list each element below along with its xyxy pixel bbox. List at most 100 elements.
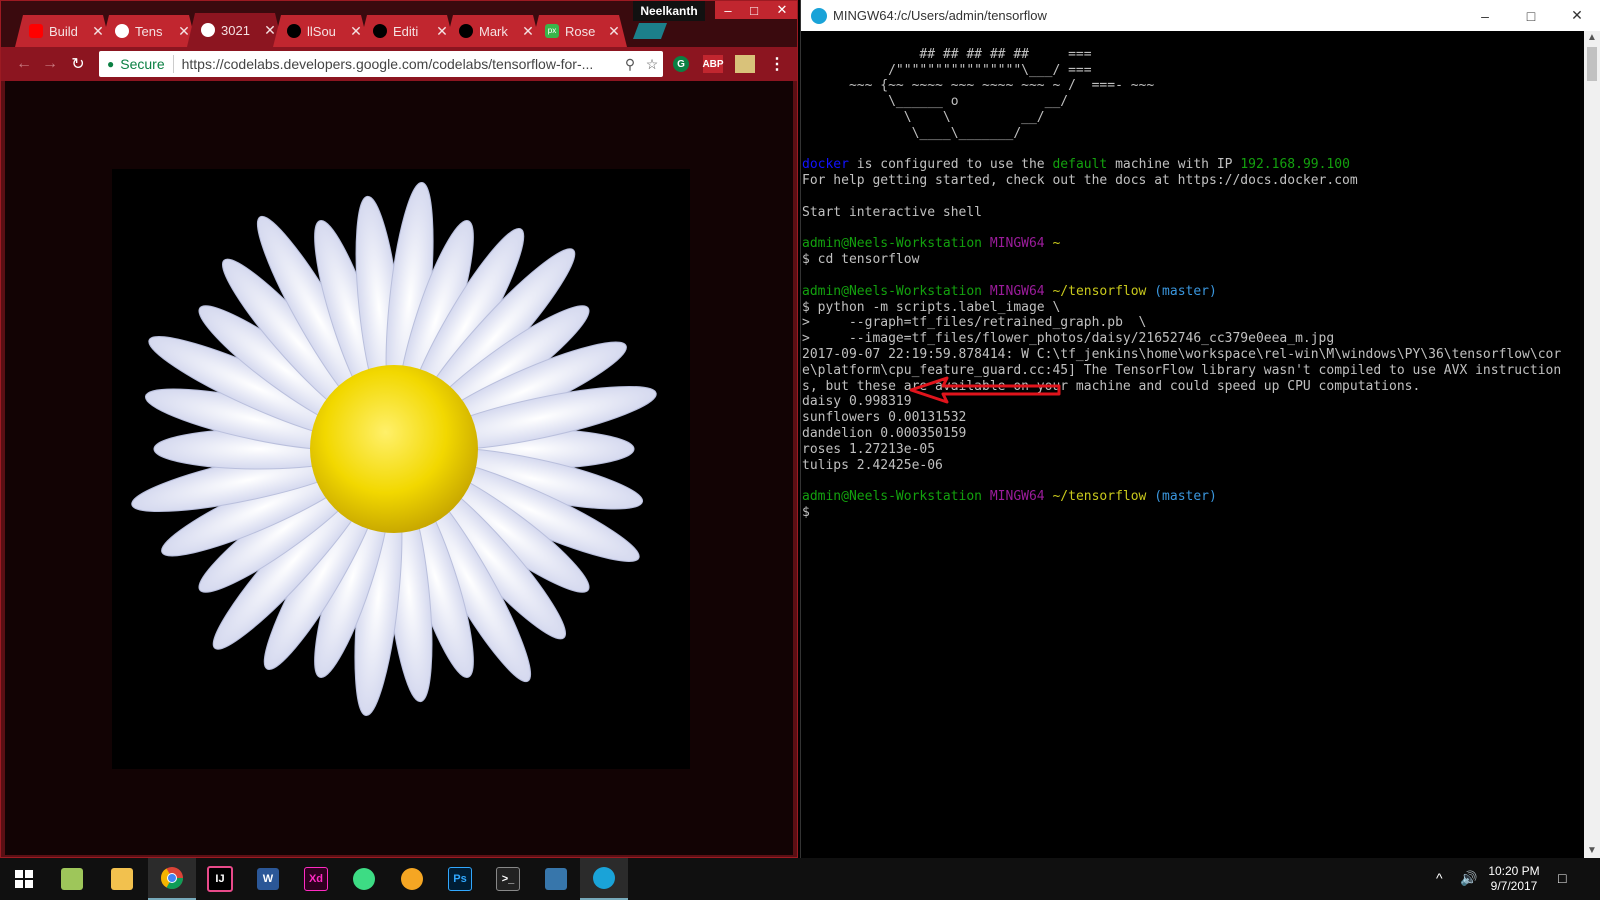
minimize-button[interactable]: – — [715, 1, 741, 19]
red-arrow-annotation — [909, 376, 1061, 404]
command-line: > --graph=tf_files/retrained_graph.pb \ — [802, 315, 1147, 331]
scroll-thumb[interactable] — [1587, 47, 1597, 81]
prompt-env: MINGW64 — [989, 283, 1045, 299]
tab-mark[interactable]: Mark ✕ — [445, 15, 541, 47]
github-icon — [373, 24, 387, 38]
tab-label: Mark — [479, 23, 508, 39]
browser-toolbar: ← → ↻ ● Secure https://codelabs.develope… — [1, 47, 797, 81]
adobe-xd-icon[interactable]: Xd — [292, 858, 340, 900]
terminal-icon[interactable]: >_ — [484, 858, 532, 900]
scroll-down-icon[interactable]: ▼ — [1584, 844, 1600, 858]
tab-close-icon[interactable]: ✕ — [521, 23, 535, 40]
daisy-image — [112, 169, 690, 769]
bookmark-star-icon[interactable]: ☆ — [641, 56, 663, 73]
back-icon[interactable]: ← — [13, 53, 35, 75]
maximize-button[interactable]: □ — [741, 1, 767, 19]
secure-label: Secure — [120, 56, 165, 72]
tab-close-icon[interactable]: ✕ — [177, 23, 191, 40]
intellij-icon[interactable]: IJ — [196, 858, 244, 900]
reload-icon[interactable]: ↻ — [67, 53, 89, 75]
start-line: Start interactive shell — [802, 204, 983, 220]
github-icon — [459, 24, 473, 38]
tab-close-icon[interactable]: ✕ — [263, 22, 277, 39]
file-explorer-icon[interactable] — [98, 858, 146, 900]
terminal-title: MINGW64:/c/Users/admin/tensorflow — [833, 8, 1047, 23]
prompt-user: admin@Neels-Workstation — [802, 489, 983, 505]
result-roses: roses 1.27213e-05 — [802, 441, 936, 457]
codelabs-icon — [115, 24, 129, 38]
tab-label: Build — [49, 23, 78, 39]
tab-build[interactable]: Build ✕ — [15, 15, 111, 47]
speaker-icon[interactable]: 🔊 — [1460, 870, 1477, 887]
terminal-window: MINGW64:/c/Users/admin/tensorflow – □ ✕ … — [800, 0, 1600, 858]
docker-icon — [811, 7, 827, 24]
tab-close-icon[interactable]: ✕ — [349, 23, 363, 40]
tutanota-icon[interactable] — [388, 858, 436, 900]
windows-start-icon[interactable] — [0, 858, 48, 900]
forward-icon[interactable]: → — [39, 53, 61, 75]
tab-close-icon[interactable]: ✕ — [435, 23, 449, 40]
minimize-button[interactable]: – — [1462, 8, 1508, 24]
codelabs-icon — [201, 23, 215, 37]
chevron-up-icon[interactable]: ^ — [1436, 870, 1443, 886]
default-word: default — [1052, 157, 1108, 173]
adblock-icon[interactable]: ABP — [702, 55, 724, 73]
clock-date: 9/7/2017 — [1490, 879, 1538, 893]
close-button[interactable]: ✕ — [767, 1, 797, 19]
ip-address: 192.168.99.100 — [1240, 157, 1350, 173]
android-studio-icon[interactable] — [340, 858, 388, 900]
notification-icon[interactable]: □ — [1558, 870, 1566, 886]
divider — [172, 55, 174, 73]
tab-label: Tens — [135, 23, 163, 39]
lock-icon: ● — [107, 57, 115, 71]
tab-tens[interactable]: Tens ✕ — [101, 15, 197, 47]
python-icon[interactable] — [532, 858, 580, 900]
new-tab-button[interactable] — [633, 23, 667, 39]
terminal-output[interactable]: ## ## ## ## ## === /""""""""""""""""\___… — [801, 31, 1586, 858]
prompt-user: admin@Neels-Workstation — [802, 236, 983, 252]
tab-close-icon[interactable]: ✕ — [91, 23, 105, 40]
image-extension-icon[interactable] — [735, 55, 755, 73]
prompt-user: admin@Neels-Workstation — [802, 283, 983, 299]
word-icon[interactable]: W — [244, 858, 292, 900]
pixabay-icon: px — [545, 24, 559, 38]
address-bar[interactable]: ● Secure https://codelabs.developers.goo… — [99, 51, 663, 77]
tab-3021[interactable]: 3021 ✕ — [187, 13, 283, 47]
scroll-up-icon[interactable]: ▲ — [1584, 31, 1600, 45]
chrome-icon[interactable] — [148, 858, 196, 900]
tab-rose[interactable]: px Rose ✕ — [531, 15, 627, 47]
result-sunflowers: sunflowers 0.00131532 — [802, 410, 967, 426]
tab-llsou[interactable]: llSou ✕ — [273, 15, 369, 47]
tab-close-icon[interactable]: ✕ — [607, 23, 621, 40]
notepad-icon[interactable] — [48, 858, 96, 900]
docker-word: docker — [802, 157, 849, 173]
prompt-branch: (master) — [1154, 489, 1217, 505]
ascii-line: \______ o __/ — [802, 94, 1069, 110]
photoshop-icon[interactable]: Ps — [436, 858, 484, 900]
tab-editi[interactable]: Editi ✕ — [359, 15, 455, 47]
system-clock[interactable]: 10:20 PM 9/7/2017 — [1484, 864, 1544, 894]
docker-quickstart-icon[interactable] — [580, 858, 628, 900]
terminal-scrollbar[interactable]: ▲ ▼ — [1584, 31, 1600, 858]
tab-label: Editi — [393, 23, 419, 39]
ascii-line: \____\_______/ — [802, 125, 1022, 141]
ascii-line: ## ## ## ## ## === — [802, 46, 1092, 62]
profile-button[interactable]: Neelkanth — [633, 1, 705, 21]
command-line: > --image=tf_files/flower_photos/daisy/2… — [802, 331, 1335, 347]
grammarly-icon[interactable]: G — [673, 56, 689, 72]
page-viewport — [5, 81, 793, 855]
maximize-button[interactable]: □ — [1508, 8, 1554, 24]
prompt-dir: ~/tensorflow — [1052, 489, 1147, 505]
url-text: https://codelabs.developers.google.com/c… — [181, 56, 594, 72]
menu-icon[interactable]: ⋮ — [767, 55, 787, 73]
tab-strip: Neelkanth – □ ✕ Build ✕ Tens ✕ 3021 ✕ ll… — [1, 1, 797, 47]
zoom-icon[interactable]: ⚲ — [619, 56, 641, 73]
command-line: $ python -m scripts.label_image \ — [802, 299, 1061, 315]
close-button[interactable]: ✕ — [1554, 7, 1600, 24]
prompt-branch: (master) — [1154, 283, 1217, 299]
ascii-line: /""""""""""""""""\___/ === — [802, 62, 1092, 78]
prompt-line: admin@Neels-Workstation MINGW64 ~/tensor… — [802, 489, 1586, 505]
